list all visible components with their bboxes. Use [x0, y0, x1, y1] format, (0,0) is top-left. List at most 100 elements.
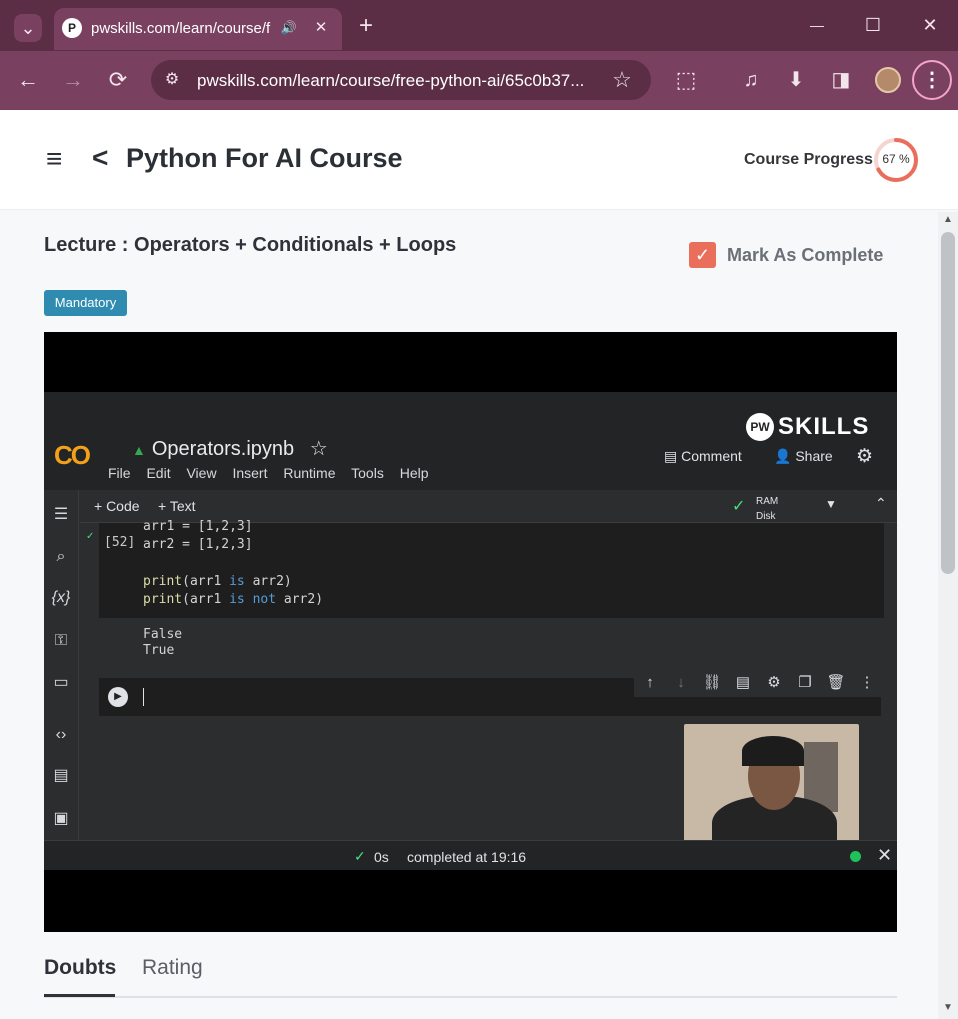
bookmark-star-icon[interactable]: ☆	[609, 68, 635, 92]
cell-action-toolbar: ↑ ↓ ⛓ ▤ ⚙ ❐ 🗑 ⋮	[634, 670, 884, 697]
collapse-chevron-icon: ⌃	[875, 495, 887, 511]
colab-settings-gear-icon: ⚙	[856, 446, 874, 467]
code-keyword: is	[229, 574, 245, 589]
mark-as-complete-label[interactable]: Mark As Complete	[727, 245, 883, 266]
notebook-menu-insert: Insert	[232, 465, 268, 481]
notebook-menu-edit: Edit	[146, 465, 171, 481]
command-palette-icon: ▤	[53, 767, 69, 784]
output-line-2: True	[143, 643, 175, 658]
status-completed-text: completed at 19:16	[407, 849, 527, 865]
runtime-dropdown-icon: ▼	[825, 497, 837, 511]
disk-label: Disk	[756, 511, 776, 522]
minimize-icon[interactable]: —	[804, 13, 830, 37]
new-tab-icon[interactable]: +	[353, 14, 379, 38]
add-code-label: + Code	[94, 498, 140, 514]
notebook-menu-tools: Tools	[351, 465, 384, 481]
download-icon[interactable]: ⬇	[783, 68, 809, 92]
scroll-up-arrow-icon[interactable]: ▲	[942, 214, 954, 225]
notebook-menu-file: File	[108, 465, 131, 481]
extensions-icon[interactable]: ⬚	[673, 68, 699, 92]
output-line-1: False	[143, 627, 183, 642]
files-folder-icon: ▭	[53, 674, 69, 691]
more-icon: ⋮	[859, 674, 875, 691]
colab-sidebar: ☰ ⌕ {x} ⚿ ▭ ‹› ▤ ▣	[44, 490, 79, 840]
mirror-cell-icon: ❐	[798, 674, 812, 691]
notebook-menu: File Edit View Insert Runtime Tools Help	[108, 465, 441, 481]
side-panel-icon[interactable]: ◨	[828, 68, 854, 92]
reload-icon[interactable]: ⟳	[105, 68, 131, 92]
colab-status-bar: ✓ 0s completed at 19:16 ✕	[44, 840, 897, 870]
tab-audio-icon[interactable]: 🔊	[276, 16, 302, 40]
tab-doubts[interactable]: Doubts	[44, 956, 116, 980]
colab-comment: ▤ Comment	[664, 448, 742, 465]
code-snippets-icon: ‹›	[55, 726, 67, 743]
code-fn: print	[143, 574, 183, 589]
profile-avatar[interactable]	[875, 67, 901, 93]
back-arrow-icon[interactable]: <	[92, 142, 108, 174]
checkbox-check-icon[interactable]: ✓	[689, 242, 716, 268]
code-arg: arr2)	[244, 574, 292, 589]
instructor-webcam-overlay	[684, 724, 859, 844]
course-menu-icon[interactable]: ≡	[46, 143, 62, 175]
mark-as-complete-checkbox[interactable]: ✓ Mark As Complete	[689, 242, 899, 270]
add-text-label: + Text	[158, 498, 196, 514]
scroll-down-arrow-icon[interactable]: ▼	[942, 1002, 954, 1013]
cell-execution-count: [52]	[104, 535, 136, 550]
lecture-video-player[interactable]: CO ▲ Operators.ipynb ☆ File Edit View Ins…	[44, 332, 897, 932]
colab-header: CO ▲ Operators.ipynb ☆ File Edit View Ins…	[44, 392, 897, 490]
notebook-menu-help: Help	[399, 465, 429, 481]
browser-tab[interactable]: P pwskills.com/learn/course/fi 🔊 ✕	[54, 8, 342, 50]
pw-logo-circle: PW	[746, 413, 774, 441]
course-title: Python For AI Course	[126, 143, 403, 173]
lecture-tabs: Doubts Rating	[44, 946, 897, 998]
maximize-icon[interactable]: ☐	[860, 13, 886, 37]
video-frame-colab: CO ▲ Operators.ipynb ☆ File Edit View Ins…	[44, 392, 897, 870]
code-arg: (arr1	[182, 574, 230, 589]
text-cursor	[143, 688, 144, 706]
delete-icon: 🗑	[826, 674, 846, 691]
ram-disk-indicator: RAM Disk	[756, 494, 778, 524]
toc-list-icon: ☰	[53, 506, 69, 523]
colab-logo: CO	[54, 440, 91, 470]
forward-icon[interactable]: →	[60, 68, 86, 92]
active-tab-indicator	[44, 994, 115, 997]
notebook-star-icon: ☆	[309, 438, 328, 460]
link-icon: ⛓	[702, 674, 722, 691]
back-icon[interactable]: ←	[15, 68, 41, 92]
variables-icon: {x}	[51, 589, 71, 606]
notebook-menu-view: View	[186, 465, 217, 481]
address-bar-url: pwskills.com/learn/course/free-python-ai…	[197, 71, 585, 90]
notebook-menu-runtime: Runtime	[283, 465, 336, 481]
media-control-icon[interactable]: ♫	[738, 68, 764, 92]
code-line-2: arr2 = [1,2,3]	[143, 537, 253, 552]
status-exec-time: 0s	[374, 849, 389, 865]
code-line-3: print(arr1 is arr2)	[143, 574, 292, 589]
code-keyword: is not	[229, 592, 277, 607]
code-line-1: arr1 = [1,2,3]	[143, 519, 253, 534]
code-arg: (arr1	[182, 592, 230, 607]
browser-menu-icon[interactable]: ⋮	[912, 60, 952, 100]
address-bar[interactable]: ⚙ pwskills.com/learn/course/free-python-…	[151, 60, 651, 100]
pw-logo-word: SKILLS	[778, 413, 870, 440]
search-icon: ⌕	[56, 548, 66, 565]
colab-share: 👤 Share	[774, 448, 833, 465]
page-scrollbar[interactable]: ▲ ▼	[938, 212, 958, 1019]
terminal-icon: ▣	[53, 810, 69, 827]
course-progress-value: 67 %	[882, 152, 910, 166]
code-fn: print	[143, 592, 183, 607]
notebook-name-text: Operators.ipynb	[151, 438, 295, 460]
notebook-name: ▲ Operators.ipynb ☆	[132, 438, 328, 460]
status-check-icon: ✓	[354, 848, 366, 864]
move-up-icon: ↑	[646, 674, 654, 691]
close-window-icon[interactable]: ✕	[917, 13, 943, 37]
tab-rating[interactable]: Rating	[142, 956, 203, 980]
cell-run-status-icon: ✓	[86, 531, 95, 542]
scrollbar-thumb[interactable]	[941, 232, 955, 574]
runtime-connected-check-icon: ✓	[732, 498, 746, 515]
site-info-icon[interactable]: ⚙	[159, 68, 185, 92]
tab-search-icon[interactable]: ⌄	[14, 14, 42, 42]
tab-title: pwskills.com/learn/course/fi	[91, 20, 271, 37]
lecture-title: Lecture : Operators + Conditionals + Loo…	[44, 234, 457, 256]
share-label: Share	[795, 448, 833, 464]
tab-close-icon[interactable]: ✕	[308, 16, 334, 40]
